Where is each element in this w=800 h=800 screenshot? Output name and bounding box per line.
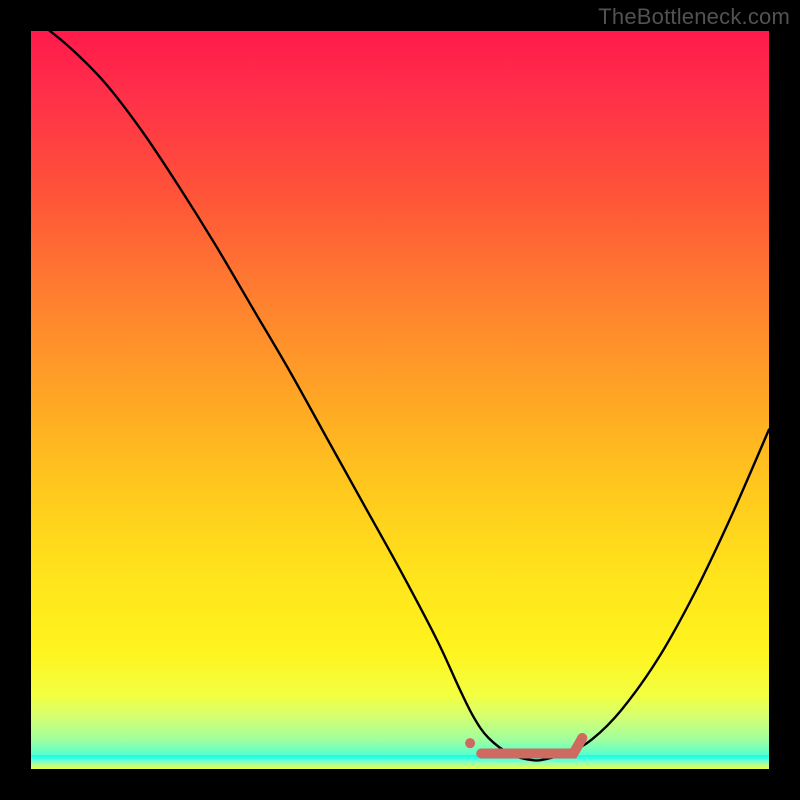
bottleneck-curve	[31, 31, 769, 769]
chart-frame: TheBottleneck.com	[0, 0, 800, 800]
plot-area	[31, 31, 769, 769]
watermark-text: TheBottleneck.com	[598, 4, 790, 30]
